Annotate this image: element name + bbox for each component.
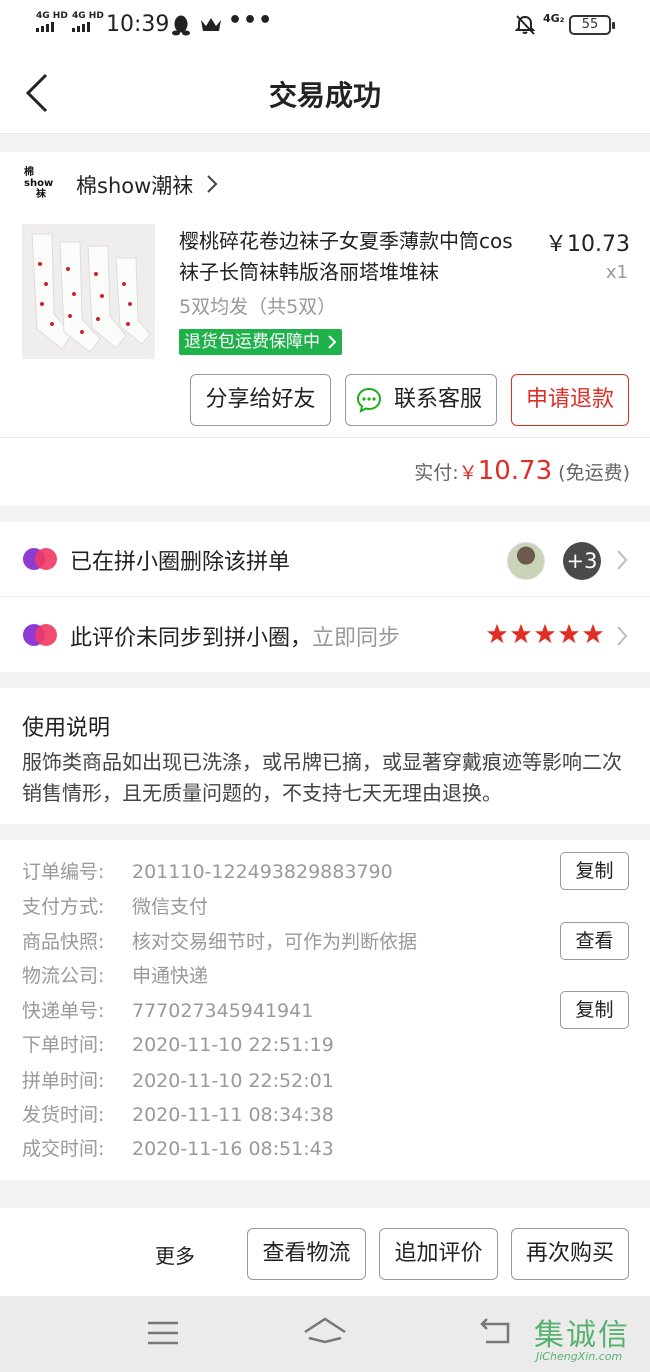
- page: 4G HD 4G HD 10:39 ••• 4G₂ 55 交易成功 棉 show…: [0, 0, 650, 1372]
- refund-button[interactable]: 申请退款: [511, 374, 629, 426]
- menu-icon[interactable]: [147, 1320, 179, 1346]
- more-button[interactable]: 更多: [155, 1240, 195, 1269]
- star-icon: [510, 623, 532, 644]
- sync-now-link[interactable]: 立即同步: [312, 626, 400, 651]
- tracking-number-row: 快递单号: 777027345941941: [22, 1000, 314, 1022]
- deal-time: 2020-11-16 08:51:43: [132, 1138, 334, 1160]
- contact-service-label: 联系客服: [393, 387, 482, 412]
- shipping-guarantee-badge[interactable]: 退货包运费保障中: [179, 329, 342, 355]
- qq-penguin-icon: [172, 15, 190, 36]
- circle-status-text: 已在拼小圈删除该拼单: [70, 550, 291, 575]
- crown-icon: [201, 18, 221, 31]
- avatar: [507, 542, 545, 580]
- product-title[interactable]: 樱桃碎花卷边袜子女夏季薄款中筒cos袜子长筒袜韩版洛丽塔堆堆袜: [179, 226, 524, 288]
- clock: 10:39: [106, 12, 170, 37]
- guarantee-label: 退货包运费保障中: [184, 332, 320, 352]
- star-icon: [582, 623, 604, 644]
- network-indicator-1: 4G HD: [36, 11, 68, 21]
- rating-stars: [486, 623, 604, 645]
- product-image[interactable]: [22, 224, 155, 359]
- add-review-button[interactable]: 追加评价: [379, 1228, 498, 1280]
- order-number-row: 订单编号: 201110-122493829883790: [22, 861, 393, 883]
- view-snapshot-button[interactable]: 查看: [560, 922, 629, 960]
- home-icon[interactable]: [303, 1316, 347, 1346]
- paid-amount: 10.73: [477, 456, 553, 486]
- chevron-right-icon: [617, 550, 628, 570]
- signal-icon: [36, 22, 54, 32]
- product-quantity: x1: [605, 262, 628, 283]
- signal-icon-2: [72, 22, 90, 32]
- shop-logo[interactable]: 棉 show 袜: [22, 166, 58, 202]
- circle-sync-row[interactable]: 此评价未同步到拼小圈，立即同步: [0, 598, 650, 673]
- nav-bar: 交易成功: [0, 52, 650, 134]
- chat-bubble-icon: [356, 387, 382, 413]
- copy-tracking-number-button[interactable]: 复制: [560, 991, 629, 1029]
- sync-review-label: 此评价未同步到拼小圈，: [70, 626, 313, 651]
- notice-title: 使用说明: [22, 716, 111, 741]
- shipping-note: (免运费): [558, 462, 630, 484]
- status-bar: 4G HD 4G HD 10:39 ••• 4G₂ 55: [0, 0, 650, 52]
- chevron-right-icon[interactable]: [206, 174, 218, 194]
- tracking-number: 777027345941941: [132, 1000, 314, 1022]
- deal-time-row: 成交时间: 2020-11-16 08:51:43: [22, 1138, 334, 1160]
- star-icon: [558, 623, 580, 644]
- group-time: 2020-11-10 22:52:01: [132, 1070, 334, 1092]
- pinxiaoquan-icon: [23, 624, 57, 646]
- network-4g-indicator: 4G₂: [543, 12, 565, 25]
- buy-again-button[interactable]: 再次购买: [511, 1228, 629, 1280]
- share-button[interactable]: 分享给好友: [190, 374, 331, 426]
- watermark-url: JiChengXin.com: [536, 1350, 623, 1363]
- ship-time-row: 发货时间: 2020-11-11 08:34:38: [22, 1104, 334, 1126]
- chevron-right-icon: [617, 626, 628, 646]
- ship-time: 2020-11-11 08:34:38: [132, 1104, 334, 1126]
- avatar-more-count: +3: [563, 542, 601, 580]
- order-product-card: 棉 show 袜 棉show潮袜 樱桃碎花卷边袜子女夏季薄款中筒cos袜子长筒袜…: [0, 152, 650, 506]
- more-notifications-icon: •••: [228, 8, 274, 33]
- courier-row: 物流公司: 申通快递: [22, 961, 208, 988]
- notice-body: 服饰类商品如出现已洗涤，或吊牌已摘，或显著穿戴痕迹等影响二次销售情形，且无质量问…: [22, 750, 622, 805]
- order-time-row: 下单时间: 2020-11-10 22:51:19: [22, 1034, 334, 1056]
- system-navigation-bar: 集诚信 JiChengXin.com: [0, 1296, 650, 1372]
- paid-currency: ￥: [458, 462, 478, 484]
- order-time: 2020-11-10 22:51:19: [132, 1034, 334, 1056]
- product-price: ￥10.73: [545, 232, 630, 257]
- courier-name: 申通快递: [132, 965, 209, 987]
- order-info-card: 订单编号: 201110-122493829883790 支付方式: 微信支付 商品…: [0, 840, 650, 1180]
- snapshot-row: 商品快照: 核对交易细节时，可作为判断依据: [22, 927, 417, 954]
- circle-card: 已在拼小圈删除该拼单 +3 此评价未同步到拼小圈，立即同步: [0, 522, 650, 672]
- payment-method-row: 支付方式: 微信支付: [22, 892, 208, 919]
- shop-name[interactable]: 棉show潮袜: [76, 170, 193, 200]
- battery-icon: 55: [569, 15, 615, 35]
- bottom-action-bar: 更多 查看物流 追加评价 再次购买: [0, 1208, 650, 1296]
- chevron-right-icon: [328, 335, 337, 349]
- circle-deleted-row[interactable]: 已在拼小圈删除该拼单 +3: [0, 522, 650, 597]
- snapshot-note: 核对交易细节时，可作为判断依据: [132, 931, 418, 953]
- star-icon: [486, 623, 508, 644]
- site-watermark: 集诚信 JiChengXin.com: [534, 1310, 648, 1366]
- contact-service-button[interactable]: 联系客服: [345, 374, 497, 426]
- payment-summary: 实付:￥10.73 (免运费): [414, 456, 630, 486]
- network-indicator-2: 4G HD: [72, 11, 104, 21]
- back-gesture-icon[interactable]: [478, 1316, 514, 1346]
- watermark-text: 集诚信: [534, 1318, 630, 1353]
- pinxiaoquan-icon: [23, 548, 57, 570]
- mute-bell-icon: [514, 15, 536, 35]
- usage-notice-card: 使用说明 服饰类商品如出现已洗涤，或吊牌已摘，或显著穿戴痕迹等影响二次销售情形，…: [0, 688, 650, 824]
- divider: [0, 437, 650, 438]
- view-logistics-button[interactable]: 查看物流: [247, 1228, 366, 1280]
- order-number: 201110-122493829883790: [132, 861, 393, 883]
- group-time-row: 拼单时间: 2020-11-10 22:52:01: [22, 1070, 334, 1092]
- star-icon: [534, 623, 556, 644]
- sync-review-text: 此评价未同步到拼小圈，立即同步: [70, 620, 400, 652]
- page-title: 交易成功: [268, 79, 381, 112]
- payment-method: 微信支付: [132, 896, 209, 918]
- product-spec: 5双均发（共5双）: [179, 296, 337, 318]
- copy-order-number-button[interactable]: 复制: [560, 852, 629, 890]
- paid-label: 实付:: [414, 462, 459, 484]
